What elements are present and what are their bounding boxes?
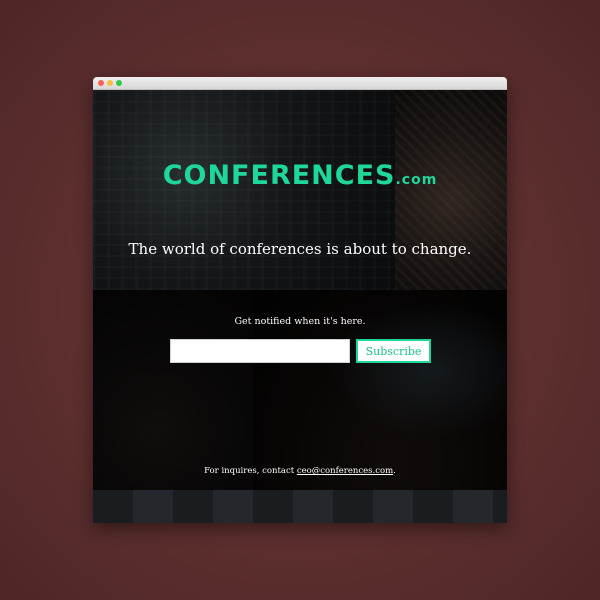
contact-prefix: For inquires, contact	[204, 466, 297, 476]
contact-line: For inquires, contact ceo@conferences.co…	[93, 466, 507, 476]
notify-label: Get notified when it's here.	[234, 316, 366, 327]
close-dot-icon[interactable]	[98, 80, 104, 86]
subscribe-button[interactable]: Subscribe	[356, 339, 431, 363]
hero-tagline: The world of conferences is about to cha…	[128, 240, 472, 258]
minimize-dot-icon[interactable]	[107, 80, 113, 86]
zoom-dot-icon[interactable]	[116, 80, 122, 86]
browser-window: CONFERENCES.com The world of conferences…	[93, 77, 507, 523]
conference-photo-strip	[93, 490, 507, 523]
logo-tld: .com	[395, 172, 438, 188]
email-input[interactable]	[170, 339, 350, 363]
site-logo: CONFERENCES.com	[93, 160, 507, 191]
window-titlebar	[93, 77, 507, 90]
landing-page: CONFERENCES.com The world of conferences…	[93, 90, 507, 523]
contact-email-link[interactable]: ceo@conferences.com	[297, 466, 393, 476]
logo-main: CONFERENCES	[162, 160, 396, 191]
contact-suffix: .	[393, 466, 396, 476]
